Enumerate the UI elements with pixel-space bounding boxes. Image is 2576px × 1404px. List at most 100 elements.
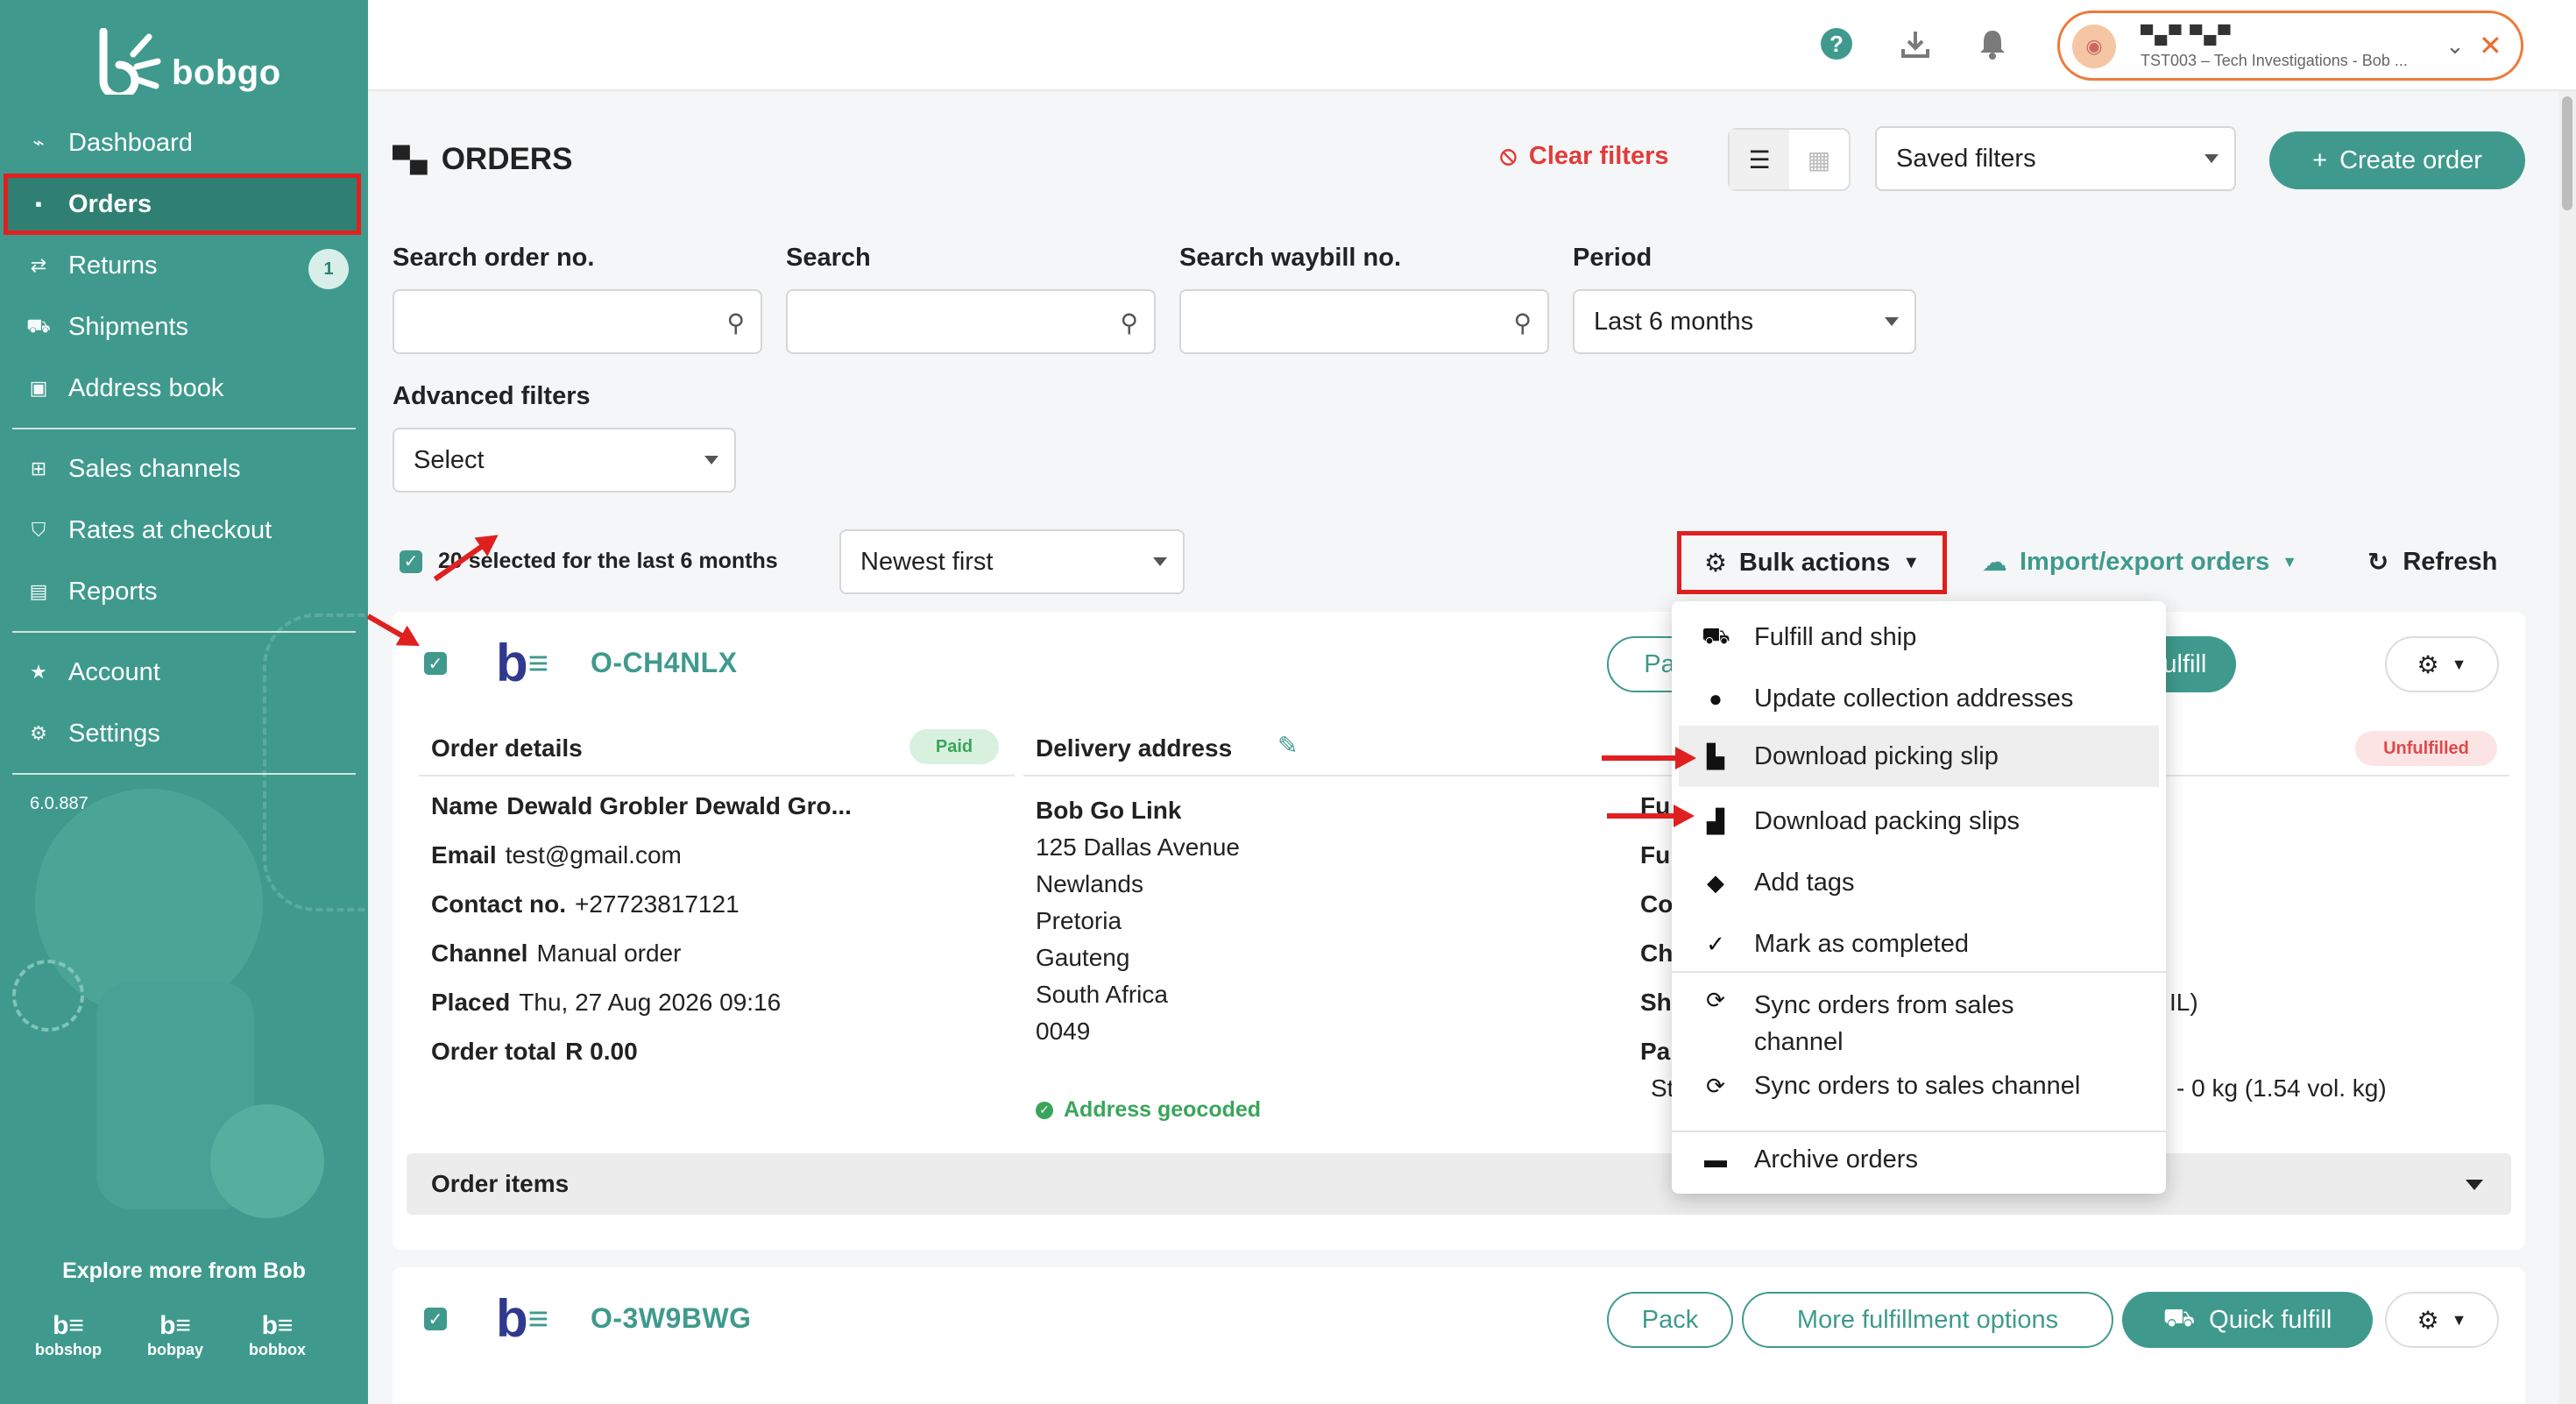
order-number[interactable]: O-3W9BWG bbox=[591, 1302, 752, 1335]
period-label: Period bbox=[1573, 244, 1652, 272]
fulfillment-field-label: Sh bbox=[1640, 989, 1672, 1016]
cloud-icon: ☁ bbox=[1982, 549, 2007, 577]
quick-fulfill-label: Quick fulfill bbox=[2209, 1305, 2332, 1334]
map-pin-icon: ● bbox=[1709, 684, 1723, 712]
sidebar-item-sales-channels[interactable]: ⊞ Sales channels bbox=[0, 438, 368, 500]
sidebar-item-address-book[interactable]: ▣ Address book bbox=[0, 358, 368, 419]
bobshop-link[interactable]: b≡ bobshop bbox=[35, 1311, 102, 1359]
cart-icon: ⛉ bbox=[31, 519, 46, 541]
download-icon[interactable] bbox=[1898, 26, 1933, 61]
sidebar-item-label: Address book bbox=[68, 373, 224, 402]
menu-item-label: Download picking slip bbox=[1754, 741, 1999, 770]
search-order-label: Search order no. bbox=[393, 244, 595, 272]
menu-item-mark-as-completed[interactable]: ✓ Mark as completed bbox=[1672, 917, 2166, 971]
sidebar-item-orders[interactable]: ▪ Orders bbox=[4, 174, 361, 235]
search-waybill-input[interactable]: ⚲ bbox=[1179, 289, 1549, 354]
quick-fulfill-button[interactable]: ⛟ Quick fulfill bbox=[2122, 1292, 2373, 1348]
caret-down-icon: ▼ bbox=[2451, 1310, 2467, 1329]
sidebar-item-dashboard[interactable]: ⌁ Dashboard bbox=[0, 112, 368, 174]
menu-item-sync-from-sales-channel[interactable]: ⟳ Sync orders from sales channel bbox=[1672, 980, 2166, 1056]
scrollbar-thumb[interactable] bbox=[2562, 96, 2572, 210]
field-value: Dewald Grobler Dewald Gro... bbox=[506, 792, 852, 819]
bobgo-logo-icon bbox=[99, 28, 161, 95]
app-label: bobpay bbox=[146, 1341, 203, 1358]
caret-down-icon bbox=[2466, 1180, 2483, 1190]
address-line: Bob Go Link bbox=[1036, 797, 1182, 824]
caret-down-icon bbox=[2204, 154, 2219, 163]
fulfillment-status-badge: Unfulfilled bbox=[2355, 731, 2497, 766]
customer-name: Name Dewald Grobler Dewald Gro... bbox=[431, 792, 860, 820]
order-checkbox[interactable]: ✓ bbox=[424, 652, 447, 675]
chevron-down-icon[interactable]: ⌄ bbox=[2445, 32, 2465, 60]
menu-item-download-packing-slips[interactable]: ▟ Download packing slips bbox=[1672, 794, 2166, 848]
field-value: Thu, 27 Aug 2026 09:16 bbox=[519, 989, 782, 1016]
sort-select[interactable]: Newest first bbox=[839, 529, 1185, 594]
advanced-filters-label: Advanced filters bbox=[393, 382, 591, 410]
plus-icon: + bbox=[2312, 145, 2328, 174]
create-order-button[interactable]: + Create order bbox=[2269, 131, 2525, 189]
channel-logo-icon: b≡ bbox=[496, 1289, 548, 1348]
address-line: South Africa bbox=[1036, 981, 1168, 1008]
bell-icon[interactable] bbox=[1975, 26, 2010, 61]
account-switcher[interactable]: ◉ ▀▄▀ ▀▄▀ TST003 – Tech Investigations -… bbox=[2057, 11, 2523, 81]
bobbox-link[interactable]: b≡ bobbox bbox=[249, 1311, 306, 1359]
order-settings-button[interactable]: ⚙ ▼ bbox=[2385, 1292, 2499, 1348]
sidebar-item-settings[interactable]: ⚙ Settings bbox=[0, 703, 368, 764]
app-label: bobbox bbox=[249, 1341, 306, 1358]
advanced-filters-value: Select bbox=[414, 445, 485, 474]
advanced-filters-select[interactable]: Select bbox=[393, 428, 736, 493]
field-label: Contact no. bbox=[431, 890, 566, 918]
bobgo-logo[interactable]: bobgo bbox=[95, 26, 281, 95]
saved-filters-select[interactable]: Saved filters bbox=[1875, 126, 2236, 191]
address-line: 125 Dallas Avenue bbox=[1036, 833, 1240, 861]
order-settings-button[interactable]: ⚙ ▼ bbox=[2385, 636, 2499, 692]
sidebar-item-rates-at-checkout[interactable]: ⛉ Rates at checkout bbox=[0, 500, 368, 561]
close-icon[interactable]: ✕ bbox=[2479, 29, 2502, 62]
sidebar-item-returns[interactable]: ⇄ Returns 1 bbox=[0, 235, 368, 296]
sidebar-item-reports[interactable]: ▤ Reports bbox=[0, 561, 368, 622]
edit-pencil-icon[interactable]: ✎ bbox=[1277, 731, 1298, 760]
sidebar-item-account[interactable]: ★ Account bbox=[0, 642, 368, 703]
sidebar-item-label: Account bbox=[68, 657, 160, 686]
list-view-icon[interactable]: ☰ bbox=[1730, 130, 1789, 189]
period-select[interactable]: Last 6 months bbox=[1573, 289, 1916, 354]
bobbox-logo-icon: b≡ bbox=[261, 1311, 294, 1340]
sidebar-item-label: Returns bbox=[68, 251, 158, 280]
pack-button[interactable]: Pack bbox=[1607, 1292, 1733, 1348]
bobshop-logo-icon: b≡ bbox=[53, 1311, 84, 1340]
search-input[interactable]: ⚲ bbox=[786, 289, 1156, 354]
menu-item-archive-orders[interactable]: ▬ Archive orders bbox=[1672, 1132, 2166, 1187]
incognito-avatar-icon: ◉ bbox=[2072, 25, 2116, 68]
tags-icon: ◆ bbox=[1707, 869, 1724, 896]
menu-item-sync-to-sales-channel[interactable]: ⟳ Sync orders to sales channel bbox=[1672, 1059, 2166, 1113]
order-checkbox[interactable]: ✓ bbox=[424, 1308, 447, 1330]
truck-icon: ⛟ bbox=[26, 314, 51, 337]
sidebar-item-shipments[interactable]: ⛟ Shipments bbox=[0, 296, 368, 358]
page-scrollbar[interactable] bbox=[2558, 91, 2576, 1404]
select-all-checkbox[interactable]: ✓ bbox=[400, 550, 422, 573]
menu-item-update-collection-addresses[interactable]: ● Update collection addresses bbox=[1672, 671, 2166, 726]
page-title-text: ORDERS bbox=[441, 142, 573, 176]
refresh-button[interactable]: ↻ Refresh bbox=[2367, 547, 2497, 578]
clear-filters-button[interactable]: ⦸ Clear filters bbox=[1500, 142, 1669, 171]
truck-icon: ⛟ bbox=[1702, 621, 1730, 649]
help-icon[interactable]: ? bbox=[1821, 28, 1852, 60]
parcel-weight: - 0 kg (1.54 vol. kg) bbox=[2176, 1074, 2387, 1102]
exchange-icon: ⇄ bbox=[30, 254, 47, 276]
file-download-icon: ▙ bbox=[1707, 742, 1724, 769]
import-export-button[interactable]: ☁ Import/export orders ▼ bbox=[1982, 547, 2297, 578]
address-line: Gauteng bbox=[1036, 944, 1130, 971]
order-number[interactable]: O-CH4NLX bbox=[591, 647, 738, 679]
menu-item-fulfill-and-ship[interactable]: ⛟ Fulfill and ship bbox=[1672, 610, 2166, 664]
grid-view-icon[interactable]: ▦ bbox=[1789, 130, 1849, 189]
brand-name: bobgo bbox=[172, 53, 281, 92]
caret-down-icon bbox=[1885, 317, 1899, 326]
bulk-actions-button[interactable]: ⚙ Bulk actions ▼ bbox=[1677, 531, 1947, 594]
search-order-input[interactable]: ⚲ bbox=[393, 289, 762, 354]
bobpay-link[interactable]: b≡ bobpay bbox=[147, 1311, 203, 1359]
menu-item-add-tags[interactable]: ◆ Add tags bbox=[1672, 855, 2166, 910]
caret-down-icon: ▼ bbox=[2451, 655, 2467, 673]
menu-item-download-picking-slip[interactable]: ▙ Download picking slip bbox=[1679, 726, 2159, 787]
more-fulfillment-options-button[interactable]: More fulfillment options bbox=[1742, 1292, 2113, 1348]
order-items-accordion[interactable]: Order items bbox=[407, 1153, 2511, 1215]
